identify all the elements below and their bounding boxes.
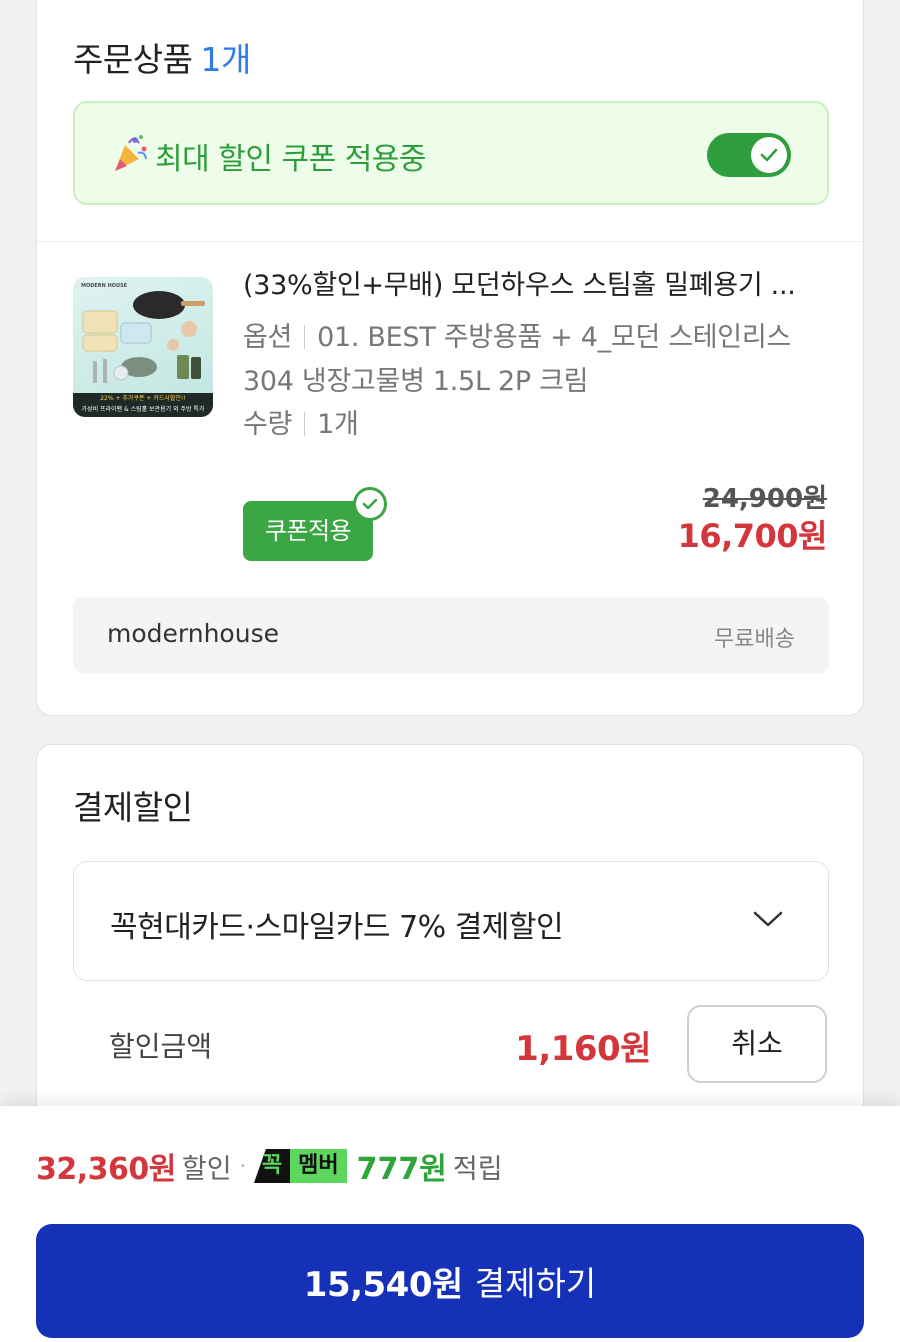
option-separator	[304, 325, 306, 349]
cancel-discount-button[interactable]: 취소	[687, 1005, 827, 1083]
seller-row: modernhouse 무료배송	[73, 597, 829, 673]
coupon-toggle[interactable]	[707, 133, 791, 177]
checkout-bottom-bar: 32,360원 할인 · 꼭 멤버 777원 적립 15,540원 결제하기	[0, 1106, 900, 1342]
option-value: 01. BEST 주방용품 + 4_모던 스테인리스	[317, 322, 791, 353]
order-item-count: 1개	[200, 40, 251, 79]
quantity-separator	[304, 412, 306, 436]
payment-discount-card: 결제할인 꼭현대카드·스마일카드 7% 결제할인 할인금액 1,160원 취소	[36, 744, 864, 1164]
option-label: 옵션	[243, 322, 293, 353]
max-coupon-banner[interactable]: 최대 할인 쿠폰 적용중	[73, 101, 829, 205]
product-name[interactable]: (33%할인+무배) 모던하우스 스팀홀 밀폐용기 ...	[243, 263, 823, 302]
pay-amount: 15,540원	[303, 1264, 463, 1305]
coupon-applied-button[interactable]: 쿠폰적용	[243, 487, 387, 561]
member-badge-left: 꼭	[253, 1149, 291, 1183]
summary-dot: ·	[239, 1154, 246, 1178]
order-section-title: 주문상품 1개	[73, 33, 251, 81]
product-thumbnail[interactable]: MODERN HOUSE 22% + 추가쿠폰 + 카드사할인!! 가성비 프라…	[73, 277, 213, 417]
discount-word: 할인	[181, 1153, 232, 1185]
quantity-value: 1개	[317, 409, 359, 440]
total-discount-amount: 32,360원	[36, 1152, 176, 1187]
member-badge-right: 멤버	[290, 1149, 347, 1183]
quantity-label: 수량	[243, 409, 293, 440]
order-card: 주문상품 1개 최대 할인 쿠폰 적용중 MODERN HOUSE 22% + …	[36, 0, 864, 716]
original-price: 24,900원	[702, 484, 827, 514]
discount-amount-value: 1,160원	[515, 1029, 651, 1069]
kitchenware-image	[82, 291, 205, 383]
thumb-banner-line2: 가성비 프라이팬 & 스팀홀 보관용기 외 주방 특가	[81, 406, 205, 413]
product-option-continued: 304 냉장고물병 1.5L 2P 크림	[243, 366, 589, 397]
points-word: 적립	[452, 1153, 503, 1185]
checkmark-icon	[760, 148, 778, 162]
order-title-label: 주문상품	[73, 40, 193, 79]
chevron-down-icon	[753, 911, 783, 927]
payment-discount-select[interactable]: 꼭현대카드·스마일카드 7% 결제할인	[73, 861, 829, 981]
section-divider	[37, 241, 863, 242]
thumb-promo-banner: 22% + 추가쿠폰 + 카드사할인!! 가성비 프라이팬 & 스팀홀 보관용기…	[73, 393, 213, 417]
savings-summary: 32,360원 할인 · 꼭 멤버 777원 적립	[36, 1146, 503, 1187]
pay-label: 결제하기	[474, 1264, 597, 1303]
shipping-info: 무료배송	[714, 627, 795, 652]
coupon-banner-label: 최대 할인 쿠폰 적용중	[155, 142, 427, 177]
selected-discount-option: 꼭현대카드·스마일카드 7% 결제할인	[110, 910, 564, 945]
product-option-row: 옵션 01. BEST 주방용품 + 4_모던 스테인리스	[243, 315, 791, 354]
seller-name: modernhouse	[107, 619, 279, 648]
reward-points: 777원	[356, 1152, 447, 1187]
check-circle-icon	[353, 487, 387, 521]
thumb-banner-line1: 22% + 추가쿠폰 + 카드사할인!!	[100, 395, 186, 402]
payment-discount-title: 결제할인	[73, 788, 193, 827]
toggle-knob	[751, 137, 787, 173]
coupon-applied-label: 쿠폰적용	[264, 517, 352, 545]
pay-button[interactable]: 15,540원 결제하기	[36, 1224, 864, 1338]
kkok-member-badge: 꼭 멤버	[253, 1149, 347, 1183]
sale-price: 16,700원	[677, 517, 828, 555]
party-popper-icon	[115, 135, 147, 171]
discount-amount-label: 할인금액	[109, 1030, 213, 1063]
product-quantity-row: 수량 1개	[243, 402, 359, 441]
